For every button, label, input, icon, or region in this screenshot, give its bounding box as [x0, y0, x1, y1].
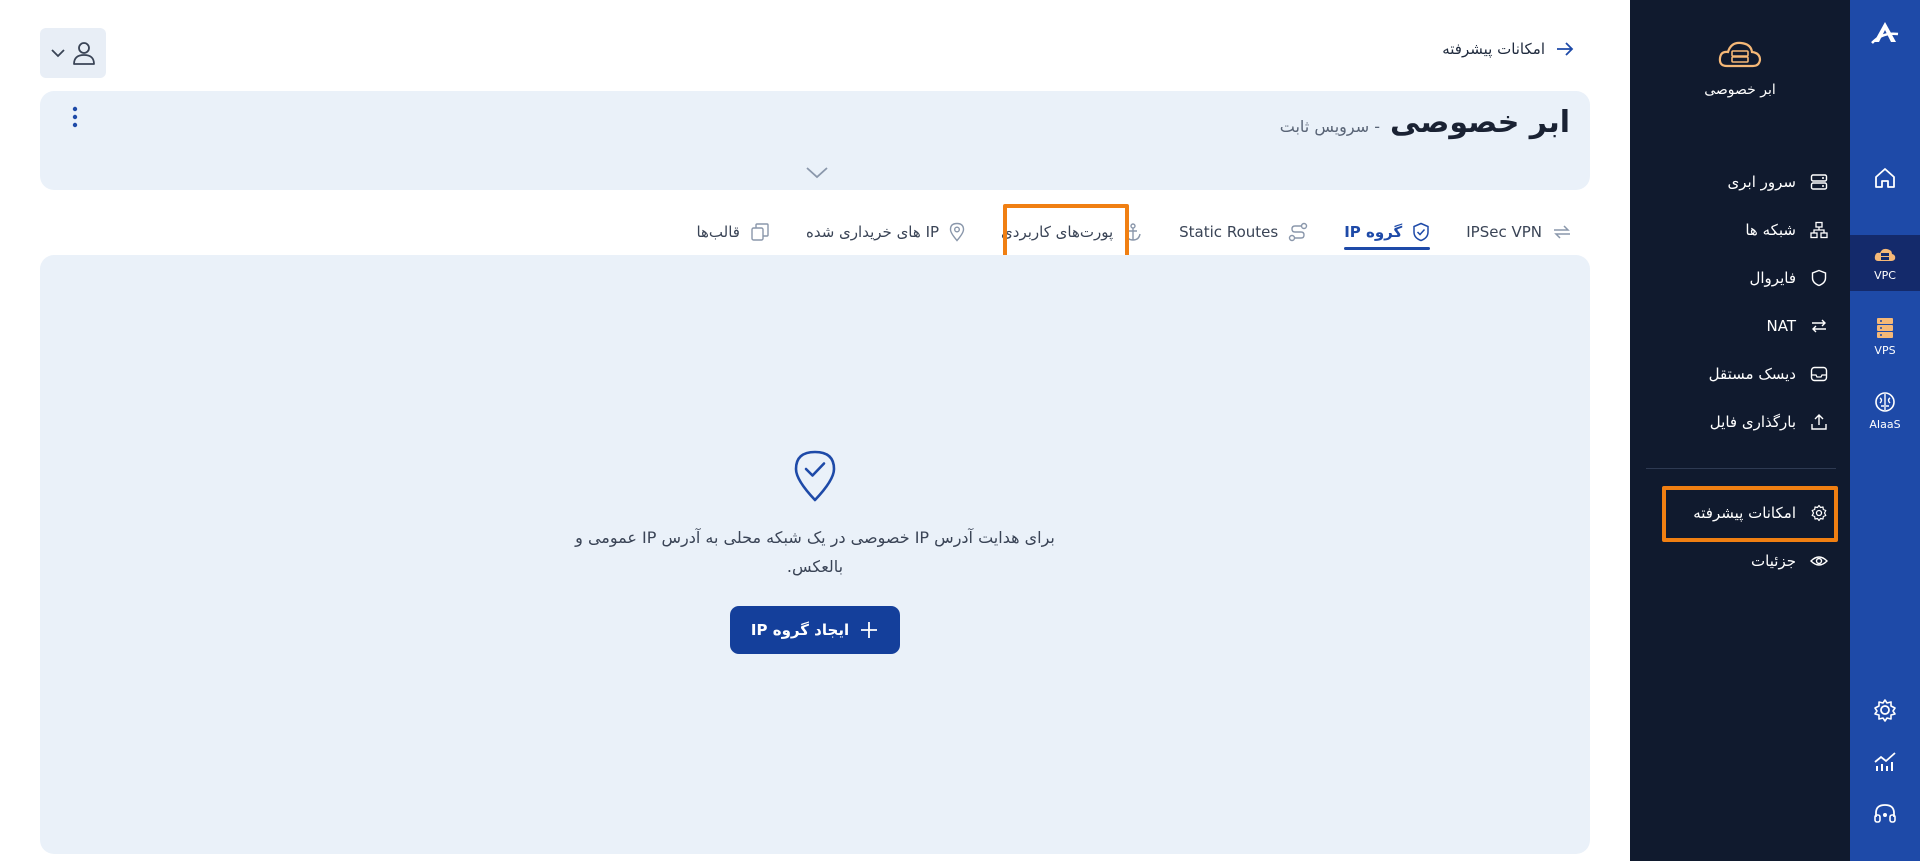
chevron-down-icon: [51, 49, 65, 58]
icon-rail: VPC VPS AIaaS: [1850, 0, 1920, 861]
tab-templates[interactable]: قالب‌ها: [678, 206, 788, 258]
server-rack-icon: [1877, 318, 1893, 338]
shield-icon: [1811, 269, 1827, 287]
sidebar-item-disk[interactable]: دیسک مستقل: [1709, 357, 1828, 391]
rail-home-button[interactable]: [1850, 165, 1920, 191]
tab-static-routes[interactable]: Static Routes: [1161, 206, 1326, 258]
expand-header-button[interactable]: [805, 165, 829, 184]
location-check-icon: [794, 450, 836, 502]
brain-icon: [1875, 392, 1895, 412]
tab-label: IP های خریداری شده: [805, 223, 940, 241]
sidebar-item-details[interactable]: جزئیات: [1751, 544, 1828, 578]
rail-aiaas-button[interactable]: AIaaS: [1850, 390, 1920, 431]
tab-label: قالب‌ها: [696, 223, 740, 241]
shield-check-icon: [1413, 222, 1429, 242]
sidebar-item-label: بارگذاری فایل: [1709, 413, 1796, 431]
kebab-menu-icon: [72, 106, 78, 128]
tab-label: گروه IP: [1344, 223, 1403, 241]
create-ip-group-button[interactable]: ایجاد گروه IP: [730, 606, 900, 654]
sidebar-item-firewall[interactable]: فایروال: [1749, 261, 1828, 295]
sidebar-item-label: سرور ابری: [1727, 173, 1796, 191]
sidebar-item-label: شبکه ها: [1745, 221, 1796, 239]
page-title: ابر خصوصی: [1390, 105, 1570, 140]
sidebar-item-nat[interactable]: NAT: [1767, 309, 1828, 343]
sidebar-item-label: NAT: [1766, 317, 1796, 335]
user-menu-button[interactable]: [40, 28, 106, 78]
home-icon: [1875, 168, 1895, 188]
plus-icon: [861, 622, 878, 638]
server-icon: [1810, 174, 1828, 190]
empty-state: برای هدایت آدرس IP خصوصی در یک شبکه محلی…: [40, 449, 1590, 654]
rail-vpc-button[interactable]: VPC: [1850, 235, 1920, 291]
location-pin-icon: [949, 222, 965, 242]
header-card: ابر خصوصی - سرویس ثابت: [40, 91, 1590, 190]
sidebar-item-label: فایروال: [1749, 269, 1796, 287]
rail-settings-button[interactable]: [1850, 697, 1920, 723]
tab-label: Static Routes: [1179, 223, 1279, 241]
arrow-right-icon: [1557, 42, 1574, 56]
arrows-exchange-icon: [1812, 319, 1826, 333]
rail-vpc-label: VPC: [1874, 268, 1896, 282]
inbox-disk-icon: [1810, 366, 1828, 382]
tab-label: IPSec VPN: [1466, 223, 1542, 241]
more-options-button[interactable]: [70, 105, 80, 133]
user-icon: [73, 42, 95, 65]
tab-ipsec-vpn[interactable]: IPSec VPN: [1448, 206, 1590, 258]
gear-icon: [1874, 699, 1896, 722]
chart-icon: [1874, 752, 1896, 771]
sidebar-item-label: دیسک مستقل: [1708, 365, 1796, 383]
templates-icon: [751, 223, 769, 241]
content-panel: برای هدایت آدرس IP خصوصی در یک شبکه محلی…: [40, 255, 1590, 854]
rail-aiaas-label: AIaaS: [1869, 418, 1901, 431]
tab-bar: IPSec VPN گروه IP Static Routes پورت‌های…: [678, 206, 1590, 258]
network-icon: [1810, 221, 1828, 239]
support-headset-icon: [1874, 804, 1896, 823]
create-ip-group-label: ایجاد گروه IP: [750, 621, 850, 639]
cloud-server-icon: [1874, 248, 1896, 261]
rail-support-button[interactable]: [1850, 801, 1920, 827]
swap-icon: [1554, 225, 1570, 239]
tab-ip-group[interactable]: گروه IP: [1326, 206, 1448, 258]
rail-reports-button[interactable]: [1850, 749, 1920, 775]
sidebar-item-upload[interactable]: بارگذاری فایل: [1710, 405, 1828, 439]
brand-logo-icon[interactable]: [1850, 16, 1920, 50]
rail-vps-button[interactable]: VPS: [1850, 316, 1920, 357]
eye-icon: [1810, 556, 1828, 566]
sidebar-item-label: جزئیات: [1751, 552, 1796, 570]
upload-icon: [1811, 414, 1827, 430]
sidebar-item-cloud-server[interactable]: سرور ابری: [1728, 165, 1828, 199]
back-link-label: امکانات پیشرفته: [1442, 40, 1545, 58]
route-icon: [1288, 222, 1308, 242]
sidebar-highlight-box: [1662, 486, 1838, 542]
sidebar-brand-label: ابر خصوصی: [1704, 82, 1776, 98]
page-subtitle: - سرویس ثابت: [1279, 117, 1380, 136]
empty-state-text: برای هدایت آدرس IP خصوصی در یک شبکه محلی…: [575, 528, 1055, 576]
sidebar-brand: ابر خصوصی: [1630, 36, 1850, 98]
sidebar: ابر خصوصی سرور ابری شبکه ها فایروال NAT …: [1630, 0, 1850, 861]
cloud-server-icon: [1718, 41, 1762, 68]
tab-purchased-ips[interactable]: IP های خریداری شده: [788, 206, 983, 258]
sidebar-divider: [1646, 468, 1836, 469]
rail-vps-label: VPS: [1874, 344, 1896, 357]
sidebar-item-networks[interactable]: شبکه ها: [1745, 213, 1828, 247]
back-link[interactable]: امکانات پیشرفته: [1442, 40, 1575, 58]
chevron-down-icon: [806, 167, 828, 179]
